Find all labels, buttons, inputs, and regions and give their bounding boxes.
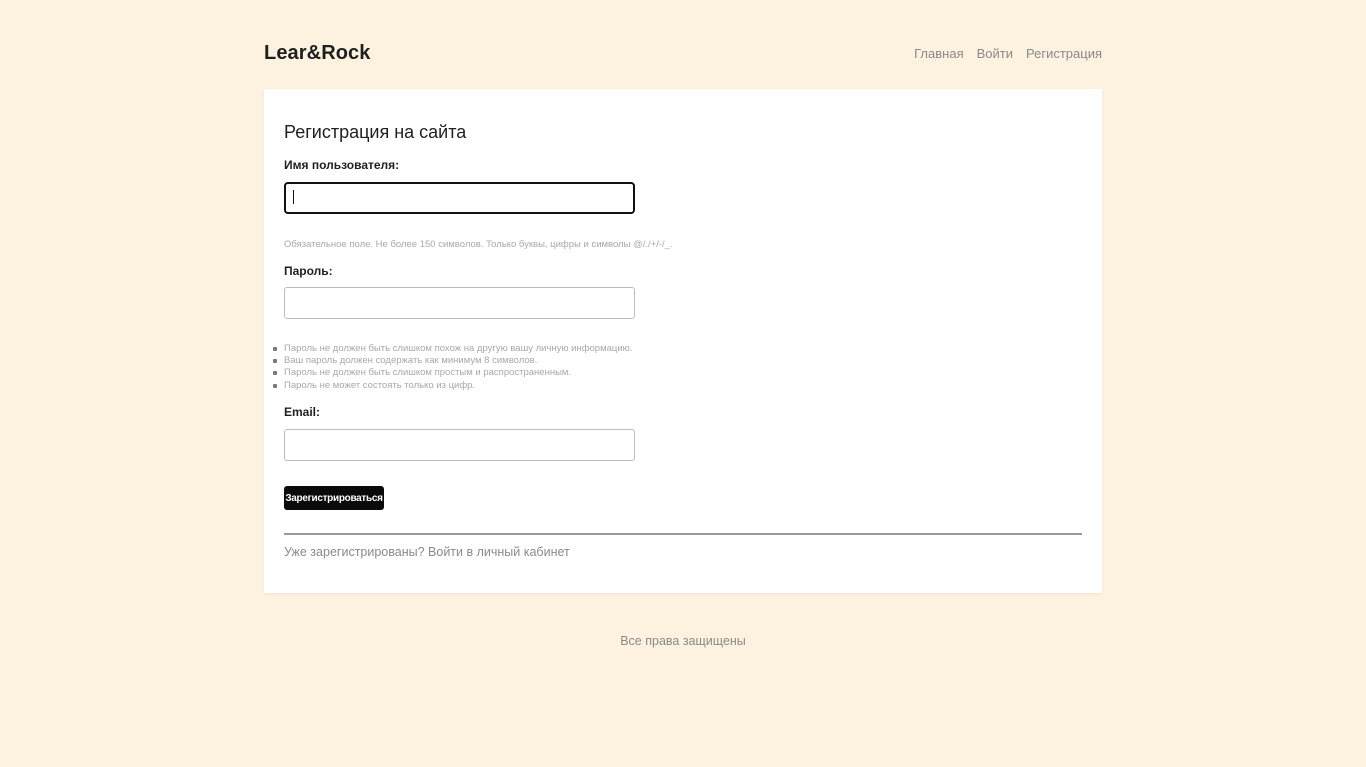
login-cabinet-link[interactable]: Войти в личный кабинет (428, 545, 570, 559)
nav-link-home[interactable]: Главная (914, 46, 963, 61)
password-rule: Ваш пароль должен содержать как минимум … (272, 355, 632, 367)
already-registered-line: Уже зарегистрированы? Войти в личный каб… (284, 545, 570, 559)
register-button[interactable]: Зарегистрироваться (284, 486, 384, 510)
email-input[interactable] (284, 429, 635, 461)
username-helptext: Обязательное поле. Не более 150 символов… (284, 239, 673, 250)
nav-link-register[interactable]: Регистрация (1026, 46, 1102, 61)
password-input[interactable] (284, 287, 635, 319)
form-divider (284, 533, 1082, 535)
nav-link-login[interactable]: Войти (977, 46, 1013, 61)
main-nav: Главная Войти Регистрация (914, 46, 1102, 61)
password-rule: Пароль не должен быть слишком похож на д… (272, 343, 633, 354)
site-header: Lear&Rock Главная Войти Регистрация (264, 38, 1102, 68)
username-field-wrapper (284, 182, 635, 214)
password-rules-list: Пароль не должен быть слишком похож на д… (272, 343, 633, 392)
password-rule: Пароль не должен быть слишком простым и … (272, 367, 632, 379)
password-rule: Пароль не может состоять только из цифр. (272, 380, 632, 392)
already-registered-text: Уже зарегистрированы? (284, 545, 425, 559)
text-caret (293, 190, 294, 204)
email-label: Email: (284, 405, 321, 419)
page: Lear&Rock Главная Войти Регистрация Реги… (0, 0, 1366, 767)
password-label: Пароль: (284, 264, 333, 278)
registration-card: Регистрация на сайта Имя пользователя: О… (264, 89, 1102, 593)
username-label: Имя пользователя: (284, 158, 400, 172)
copyright-text: Все права защищены (620, 634, 746, 648)
username-input[interactable] (284, 182, 635, 214)
page-title: Регистрация на сайта (284, 122, 467, 142)
site-footer: Все права защищены (0, 634, 1366, 648)
site-logo[interactable]: Lear&Rock (264, 42, 371, 65)
